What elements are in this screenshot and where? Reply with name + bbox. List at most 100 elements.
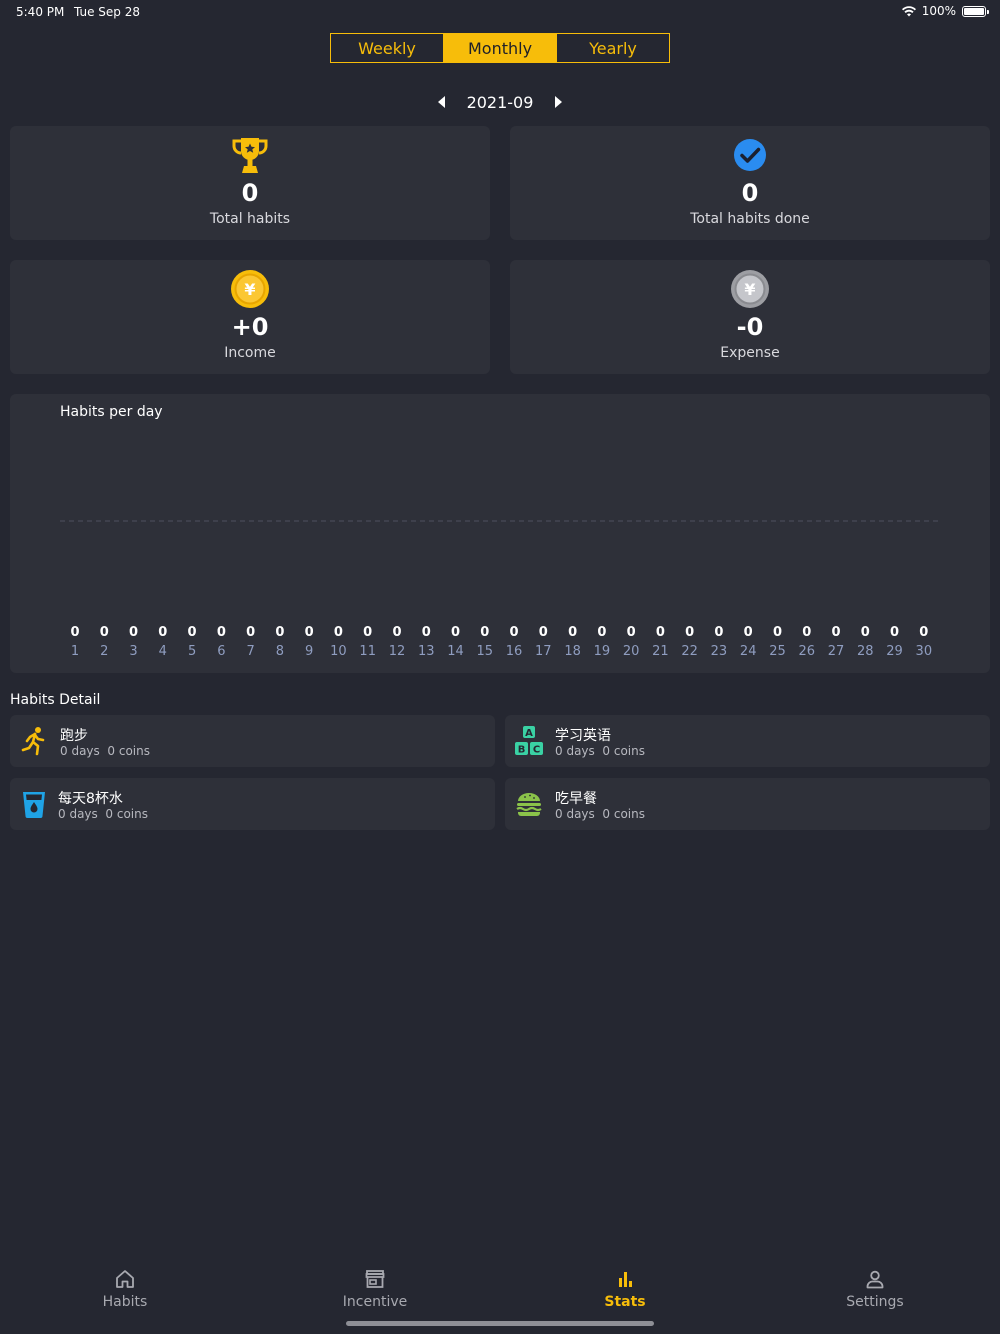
- chart-tick-label: 18: [564, 644, 581, 659]
- chart-value-label: 0: [802, 625, 811, 640]
- total-habits-card: 0 Total habits: [10, 126, 490, 240]
- chart-tick-label: 13: [418, 644, 435, 659]
- home-indicator: [346, 1321, 654, 1326]
- chart-value-label: 0: [480, 625, 489, 640]
- chart-value-label: 0: [744, 625, 753, 640]
- chart-tick-label: 19: [594, 644, 611, 659]
- total-habits-done-card: 0 Total habits done: [510, 126, 990, 240]
- next-period-icon[interactable]: [555, 96, 563, 108]
- chart-value-label: 0: [70, 625, 79, 640]
- chart-tick-label: 10: [330, 644, 347, 659]
- habit-days: 0 days: [58, 807, 98, 821]
- chart-value-label: 0: [919, 625, 928, 640]
- period-navigator: 2021-09: [0, 90, 1000, 114]
- chart-tick-label: 4: [159, 644, 167, 659]
- previous-period-icon[interactable]: [437, 96, 445, 108]
- svg-text:¥: ¥: [244, 280, 255, 299]
- income-card: ¥ +0 Income: [10, 260, 490, 374]
- habits-per-day-chart: Habits per day 0 1 0 2 0 3 0 4 0 5 0 6 0 7 0 8 0 9 0 10 0 11 0…: [10, 394, 990, 673]
- burger-icon: [513, 788, 545, 820]
- habit-days: 0 days: [60, 744, 100, 758]
- chart-tick-label: 23: [711, 644, 728, 659]
- habits-detail-title: Habits Detail: [10, 692, 101, 708]
- expense-card: ¥ -0 Expense: [510, 260, 990, 374]
- svg-text:B: B: [518, 745, 526, 756]
- chart-value-label: 0: [188, 625, 197, 640]
- water-glass-icon: [18, 788, 50, 820]
- chart-value-label: 0: [246, 625, 255, 640]
- battery-percent: 100%: [921, 4, 956, 18]
- chart-value-label: 0: [422, 625, 431, 640]
- chart-tick-label: 9: [305, 644, 313, 659]
- habit-item-running[interactable]: 跑步 0 days 0 coins: [10, 715, 495, 767]
- habit-name: 跑步: [60, 728, 88, 744]
- chart-value-label: 0: [158, 625, 167, 640]
- tab-habits[interactable]: Habits: [0, 1262, 250, 1310]
- tab-stats[interactable]: Stats: [500, 1262, 750, 1310]
- chart-tick-label: 7: [246, 644, 254, 659]
- income-value: +0: [231, 313, 269, 341]
- chart-value-label: 0: [510, 625, 519, 640]
- tab-label: Stats: [604, 1294, 646, 1310]
- chart-tick-label: 1: [71, 644, 79, 659]
- chart-tick-label: 2: [100, 644, 108, 659]
- tab-incentive[interactable]: Incentive: [250, 1262, 500, 1310]
- home-icon: [116, 1270, 134, 1288]
- chart-value-label: 0: [451, 625, 460, 640]
- chart-tick-label: 15: [477, 644, 494, 659]
- income-label: Income: [224, 345, 276, 361]
- chart-tick-label: 22: [681, 644, 698, 659]
- store-icon: [365, 1270, 385, 1288]
- chart-tick-label: 8: [276, 644, 284, 659]
- period-label: 2021-09: [466, 92, 534, 112]
- tab-label: Incentive: [342, 1294, 408, 1310]
- chart-value-label: 0: [861, 625, 870, 640]
- habit-coins: 0 coins: [602, 744, 646, 758]
- tab-monthly[interactable]: Monthly: [444, 34, 557, 62]
- chart-value-label: 0: [656, 625, 665, 640]
- tab-label: Habits: [102, 1294, 148, 1310]
- check-circle-icon: [730, 135, 770, 175]
- total-habits-done-label: Total habits done: [690, 211, 810, 227]
- chart-value-label: 0: [334, 625, 343, 640]
- chart-tick-label: 30: [916, 644, 933, 659]
- chart-tick-label: 17: [535, 644, 552, 659]
- tab-weekly[interactable]: Weekly: [331, 34, 444, 62]
- running-person-icon: [18, 725, 50, 757]
- habit-coins: 0 coins: [602, 807, 646, 821]
- habit-days: 0 days: [555, 744, 595, 758]
- habit-item-study-english[interactable]: A B C 学习英语 0 days 0 coins: [505, 715, 990, 767]
- svg-text:C: C: [533, 745, 540, 756]
- chart-tick-label: 6: [217, 644, 225, 659]
- bar-chart-icon: [619, 1272, 632, 1287]
- habit-item-drink-water[interactable]: 每天8杯水 0 days 0 coins: [10, 778, 495, 830]
- chart-tick-label: 28: [857, 644, 874, 659]
- total-habits-value: 0: [241, 179, 259, 207]
- tab-settings[interactable]: Settings: [750, 1262, 1000, 1310]
- status-bar: 5:40 PM Tue Sep 28 100%: [0, 0, 1000, 24]
- chart-value-label: 0: [363, 625, 372, 640]
- habit-name: 学习英语: [555, 728, 611, 744]
- total-habits-label: Total habits: [209, 211, 291, 227]
- expense-label: Expense: [720, 345, 780, 361]
- svg-text:¥: ¥: [744, 280, 755, 299]
- chart-value-label: 0: [685, 625, 694, 640]
- chart-value-label: 0: [305, 625, 314, 640]
- chart-value-label: 0: [568, 625, 577, 640]
- habit-item-breakfast[interactable]: 吃早餐 0 days 0 coins: [505, 778, 990, 830]
- chart-tick-label: 11: [359, 644, 376, 659]
- chart-value-label: 0: [890, 625, 899, 640]
- tab-yearly[interactable]: Yearly: [557, 34, 669, 62]
- chart-value-label: 0: [773, 625, 782, 640]
- expense-value: -0: [736, 313, 764, 341]
- status-date: Tue Sep 28: [74, 5, 141, 19]
- chart-tick-label: 26: [798, 644, 815, 659]
- chart-tick-label: 20: [623, 644, 640, 659]
- chart-tick-label: 25: [769, 644, 786, 659]
- habit-meta: 0 days 0 coins: [60, 744, 150, 758]
- chart-tick-label: 21: [652, 644, 669, 659]
- chart-plot: 0102030405060708090100110120130140150160…: [60, 520, 938, 659]
- chart-value-label: 0: [392, 625, 401, 640]
- gold-coin-icon: ¥: [230, 269, 270, 309]
- habit-meta: 0 days 0 coins: [555, 744, 645, 758]
